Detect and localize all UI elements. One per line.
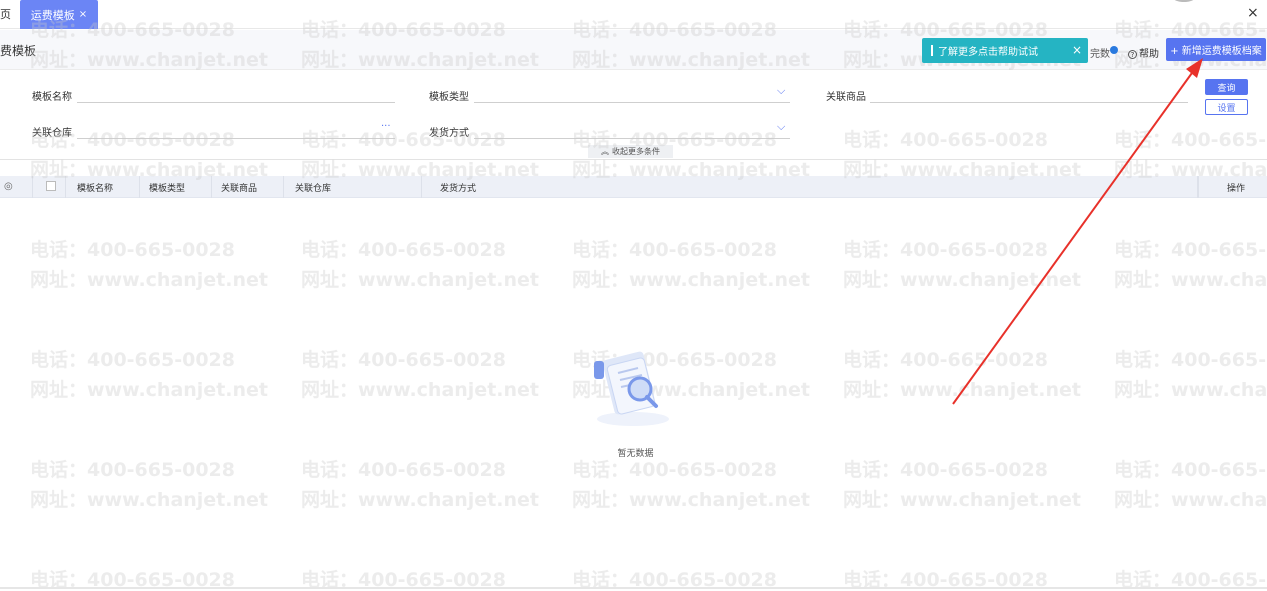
avatar[interactable]	[1168, 0, 1200, 2]
collapse-conditions-button[interactable]: ︽ 收起更多条件	[588, 145, 673, 158]
template-type-label: 模板类型	[429, 92, 469, 103]
watermark-phone: 电话：400-665-0028	[1114, 459, 1267, 481]
help-icon: ?	[1128, 50, 1137, 59]
more-icon[interactable]: ···	[381, 121, 391, 132]
tip-accent-bar	[931, 45, 933, 56]
watermark-phone: 电话：400-665-0028	[30, 239, 235, 261]
query-button[interactable]: 查询	[1205, 79, 1248, 95]
collapse-label: 收起更多条件	[612, 147, 660, 156]
add-freight-template-button[interactable]: + 新增运费模板档案	[1166, 38, 1266, 61]
watermark-phone: 电话：400-665-0028	[301, 349, 506, 371]
settings-button[interactable]: 设置	[1205, 99, 1248, 115]
watermark-site: 网址：www.chanjet.net	[301, 489, 539, 511]
column-header-delivery-method[interactable]: 发货方式	[422, 176, 1198, 198]
window-close-icon[interactable]: ×	[1247, 5, 1259, 21]
divider	[0, 159, 1267, 160]
delivery-method-select[interactable]	[474, 125, 790, 139]
related-goods-input[interactable]	[870, 89, 1188, 103]
tab-home[interactable]: 页	[0, 6, 11, 22]
watermark-phone: 电话：400-665-0028	[572, 239, 777, 261]
bottom-scrollbar	[0, 587, 1267, 589]
help-tip-text: 了解更多点击帮助试试	[938, 47, 1038, 58]
toggle-switch[interactable]	[1110, 46, 1118, 54]
watermark-site: 网址：www.chanjet.net	[301, 379, 539, 401]
watermark-phone: 电话：400-665-0028	[843, 349, 1048, 371]
watermark-site: 网址：www.chanjet.net	[843, 379, 1081, 401]
table-header: ◎ 模板名称 模板类型 关联商品 关联仓库 发货方式 操作	[0, 176, 1267, 198]
related-warehouse-input[interactable]	[77, 125, 395, 139]
empty-state-text: 暂无数据	[617, 449, 654, 459]
help-tip-banner[interactable]: 了解更多点击帮助试试 ×	[922, 38, 1088, 63]
select-all-checkbox[interactable]	[46, 181, 56, 191]
tab-bar: 页 运费模板 × ×	[0, 0, 1267, 29]
watermark-phone: 电话：400-665-0028	[301, 459, 506, 481]
page-title: 费模板	[0, 44, 37, 58]
watermark-site: 网址：www.chanjet.net	[30, 379, 268, 401]
related-warehouse-label: 关联仓库	[32, 128, 72, 139]
watermark-phone: 电话：400-665-0028	[301, 239, 506, 261]
chevron-up-icon: ︽	[601, 147, 609, 156]
watermark-phone: 电话：400-665-0028	[843, 239, 1048, 261]
related-goods-label: 关联商品	[826, 92, 866, 103]
watermark-site: 网址：www.chanjet.net	[301, 269, 539, 291]
watermark-site: 网址：www.chanjet.net	[30, 489, 268, 511]
watermark-phone: 电话：400-665-0028	[30, 459, 235, 481]
column-header-template-name[interactable]: 模板名称	[66, 176, 140, 198]
watermark-site: 网址：www.chanjet.net	[1114, 269, 1267, 291]
watermark-site: 网址：www.chanjet.net	[1114, 379, 1267, 401]
template-name-label: 模板名称	[32, 92, 72, 103]
column-header-related-goods[interactable]: 关联商品	[212, 176, 284, 198]
gear-icon[interactable]: ◎	[4, 181, 13, 192]
watermark-site: 网址：www.chanjet.net	[1114, 489, 1267, 511]
app-root: { "tabs": {"home": "页", "active": "运费模板"…	[0, 0, 1267, 591]
template-type-select[interactable]	[474, 89, 790, 103]
help-label: 帮助	[1139, 49, 1159, 60]
chevron-down-icon[interactable]: ⌵	[777, 120, 785, 134]
watermark-phone: 电话：400-665-0028	[843, 459, 1048, 481]
watermark-phone: 电话：400-665-0028	[1114, 239, 1267, 261]
column-header-template-type[interactable]: 模板类型	[140, 176, 212, 198]
watermark-phone: 电话：400-665-0028	[1114, 129, 1267, 151]
close-icon[interactable]: ×	[1072, 43, 1082, 57]
empty-document-magnifier-icon	[594, 351, 669, 426]
watermark-site: 网址：www.chanjet.net	[572, 269, 810, 291]
watermark-phone: 电话：400-665-0028	[572, 459, 777, 481]
watermark-site: 网址：www.chanjet.net	[843, 489, 1081, 511]
watermark-site: 网址：www.chanjet.net	[843, 269, 1081, 291]
tab-freight-template[interactable]: 运费模板 ×	[20, 0, 98, 29]
watermark-phone: 电话：400-665-0028	[843, 129, 1048, 151]
switch-label: 完数	[1090, 49, 1110, 60]
chevron-down-icon[interactable]: ⌵	[777, 84, 785, 98]
watermark-phone: 电话：400-665-0028	[1114, 349, 1267, 371]
delivery-method-label: 发货方式	[429, 128, 469, 139]
column-header-related-warehouse[interactable]: 关联仓库	[284, 176, 422, 198]
watermark-phone: 电话：400-665-0028	[30, 349, 235, 371]
watermark-site: 网址：www.chanjet.net	[572, 489, 810, 511]
column-spacer	[16, 176, 33, 198]
column-header-actions: 操作	[1198, 176, 1267, 198]
watermark-site: 网址：www.chanjet.net	[30, 269, 268, 291]
help-link[interactable]: ? 帮助	[1128, 45, 1159, 60]
template-name-input[interactable]	[77, 89, 395, 103]
tab-label: 运费模板	[30, 8, 75, 22]
tab-close-icon[interactable]: ×	[79, 9, 87, 20]
